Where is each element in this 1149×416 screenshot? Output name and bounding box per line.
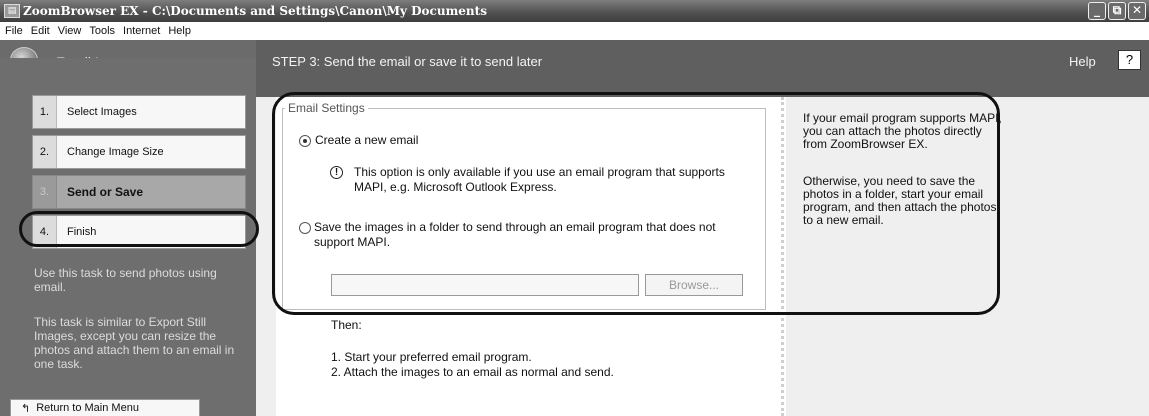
menu-tools[interactable]: Tools [86, 25, 120, 37]
step-number: 2. [33, 136, 57, 168]
close-button[interactable]: ✕ [1128, 2, 1146, 20]
title-bar: ▤ ZoomBrowser EX - C:\Documents and Sett… [0, 0, 1149, 22]
help-button[interactable]: ? [1118, 50, 1141, 70]
window-title: ZoomBrowser EX - C:\Documents and Settin… [23, 4, 487, 18]
task-similarity-note: This task is similar to Export Still Ima… [34, 315, 235, 371]
then-step-2: 2. Attach the images to an email as norm… [331, 365, 614, 379]
task-description: Use this task to send photos using email… [34, 266, 217, 294]
step-title: STEP 3: Send the email or save it to sen… [272, 54, 543, 69]
maximize-button[interactable]: ⧉ [1108, 2, 1126, 20]
minimize-button[interactable]: _ [1088, 2, 1106, 20]
zoombrowser-app-icon[interactable]: ▤ [4, 4, 20, 18]
step-label: Change Image Size [67, 146, 164, 158]
menu-view[interactable]: View [55, 25, 87, 37]
step-number: 3. [33, 176, 57, 208]
menu-edit[interactable]: Edit [28, 25, 55, 37]
then-label: Then: [331, 318, 362, 332]
return-arrow-icon: ↰ [21, 401, 31, 415]
then-step-1: 1. Start your preferred email program. [331, 350, 532, 364]
return-to-main-menu-button[interactable]: ↰ Return to Main Menu [10, 399, 200, 416]
help-label: Help [1069, 54, 1096, 69]
step-label: Send or Save [67, 185, 144, 199]
menu-internet[interactable]: Internet [120, 25, 165, 37]
step-label: Select Images [67, 106, 137, 118]
highlight-outline-settings [272, 92, 1000, 315]
step-send-or-save[interactable]: 3. Send or Save [32, 175, 246, 209]
menu-help[interactable]: Help [165, 25, 196, 37]
return-label: Return to Main Menu [36, 402, 139, 414]
step-number: 1. [33, 96, 57, 128]
highlight-outline-finish [19, 211, 259, 247]
step-select-images[interactable]: 1. Select Images [32, 95, 246, 129]
menu-file[interactable]: File [2, 25, 28, 37]
menu-bar: File Edit View Tools Internet Help [0, 22, 1149, 40]
window-controls: _ ⧉ ✕ [1088, 2, 1146, 20]
step-change-image-size[interactable]: 2. Change Image Size [32, 135, 246, 169]
